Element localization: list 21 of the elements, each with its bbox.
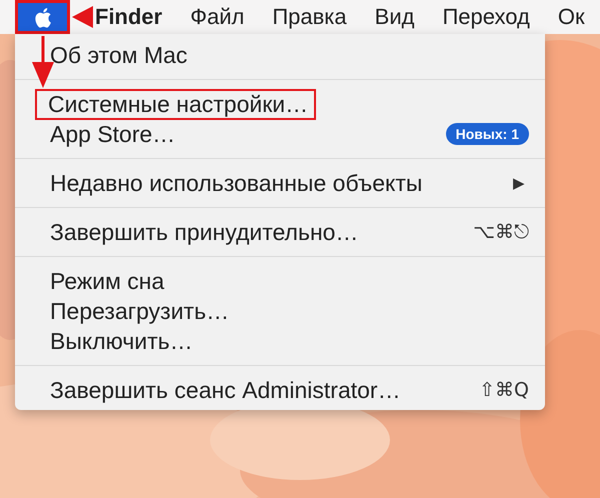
submenu-arrow: ▶ (513, 174, 526, 192)
menu-item[interactable]: Недавно использованные объекты ▶ (15, 168, 545, 198)
menu-item[interactable]: Выключить… (15, 326, 545, 356)
menu-item[interactable]: Режим сна (15, 266, 545, 296)
menubar-item[interactable]: Ок (558, 0, 585, 34)
update-count-badge: Новых: 1 (446, 123, 529, 145)
menu-item[interactable]: Завершить принудительно… ⌥⌘⎋ (15, 217, 545, 247)
arrow (72, 6, 93, 28)
menu-item[interactable]: Об этом Mac (15, 40, 545, 70)
keyboard-shortcut: ⇧⌘Q (479, 379, 529, 401)
menubar-item[interactable]: Finder (95, 0, 162, 34)
apple-menu-button[interactable] (15, 0, 70, 34)
menu-item[interactable]: Завершить сеанс Administrator… ⇧⌘Q (15, 375, 545, 405)
menubar-item[interactable]: Файл (190, 0, 244, 34)
menubar-item[interactable]: Правка (272, 0, 347, 34)
menu-item[interactable]: Перезагрузить… (15, 296, 545, 326)
keyboard-shortcut: ⌥⌘⎋ (473, 221, 529, 243)
apple-icon (34, 6, 52, 28)
menu-item[interactable]: App Store… Новых: 1 (15, 119, 545, 149)
menubar-item[interactable]: Вид (374, 0, 414, 34)
menubar-item[interactable]: Переход (442, 0, 530, 34)
